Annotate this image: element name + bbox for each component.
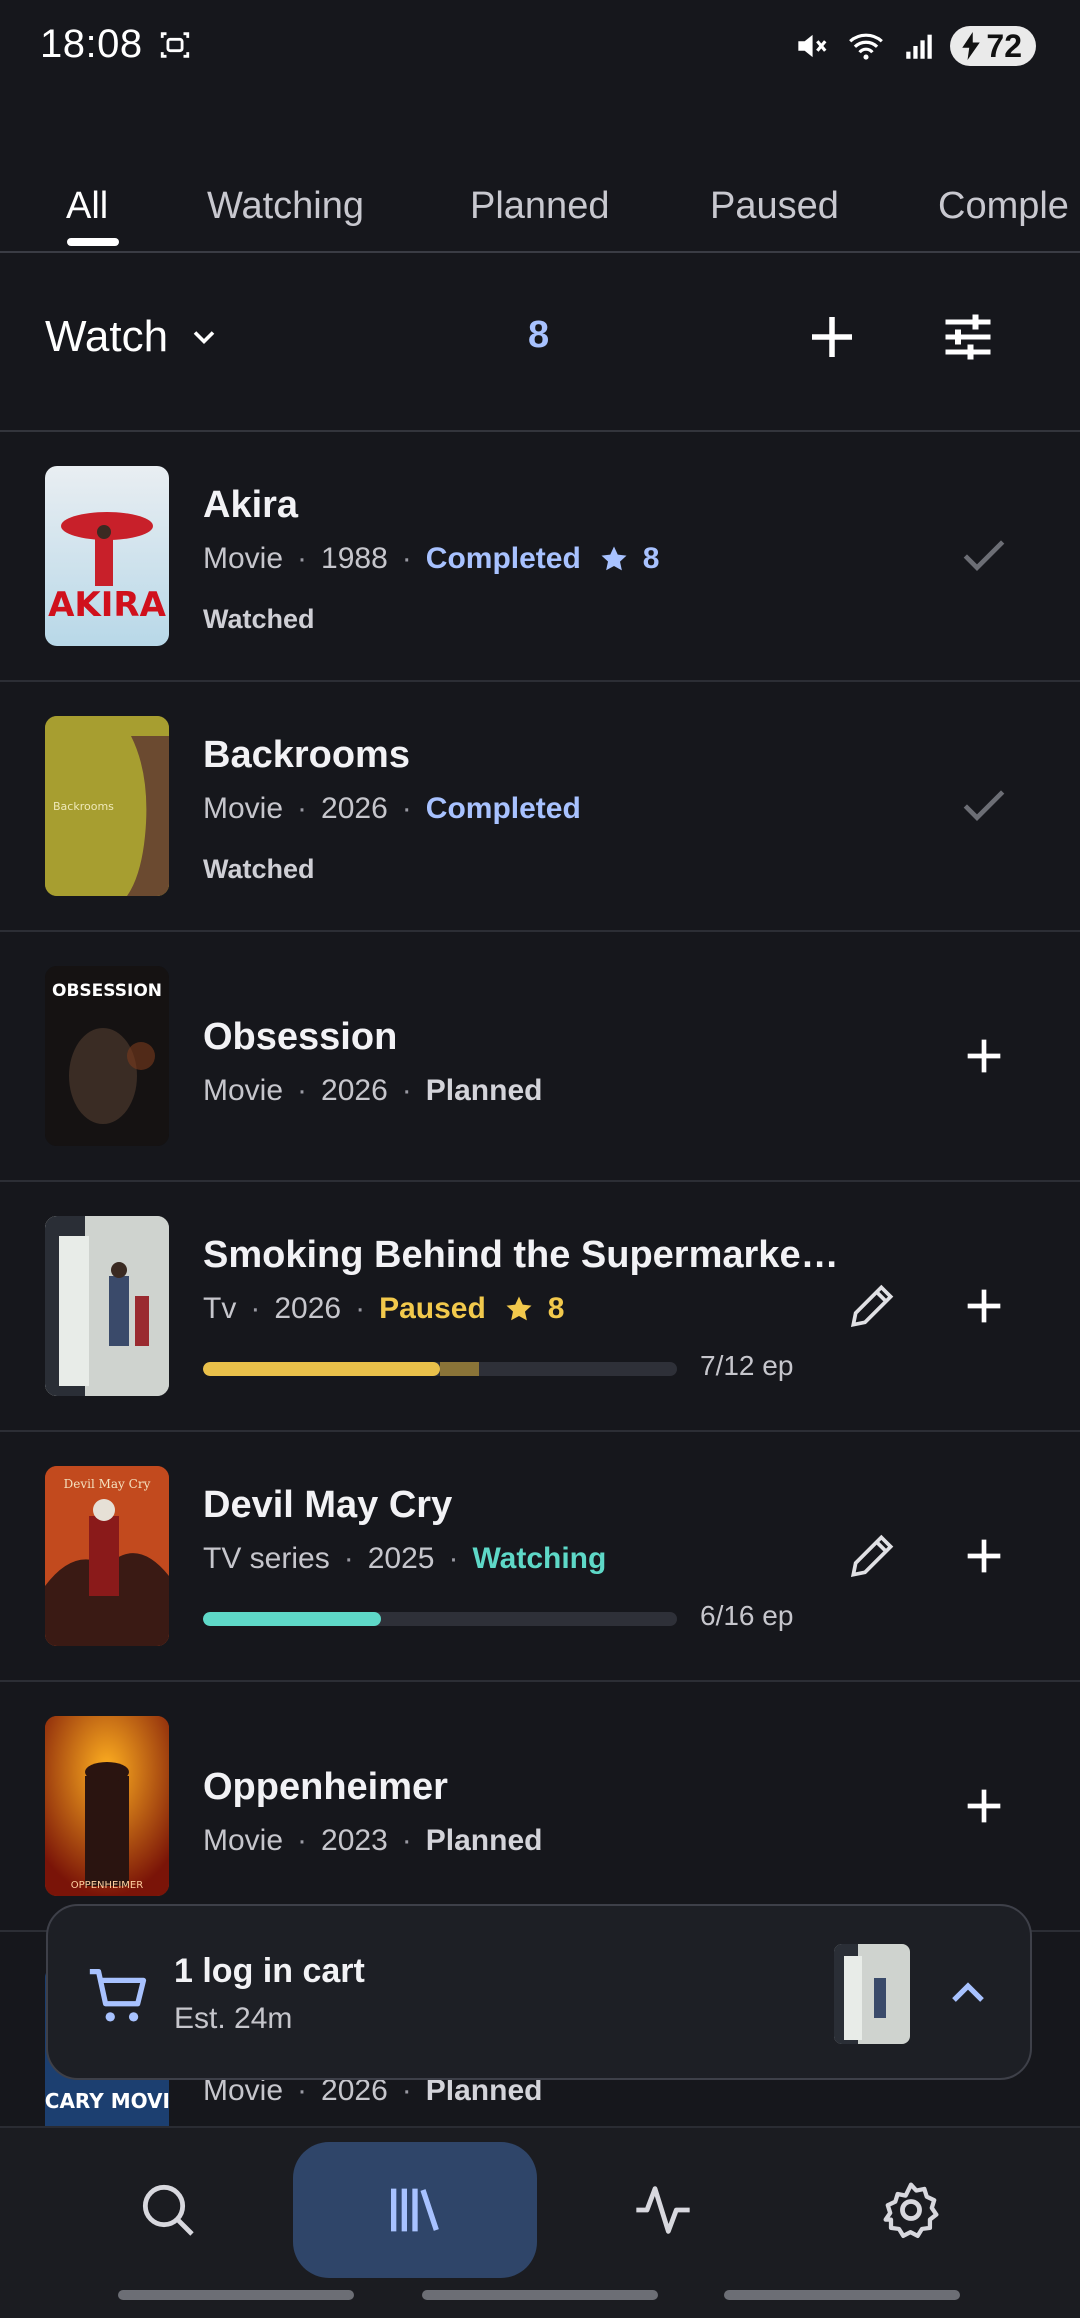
status-label: Completed [425, 792, 581, 825]
gesture-bar-right [724, 2290, 960, 2300]
poster-oppenheimer-title: OPPENHEIMER [71, 1880, 143, 1891]
screenshot-icon [160, 32, 190, 58]
episode-count: 7/12 ep [700, 1350, 794, 1381]
episode-count: 6/16 ep [700, 1600, 794, 1631]
add-log-icon[interactable] [956, 1528, 1012, 1584]
list-item[interactable]: Smoking Behind the Supermarke… Tv · 2026 · … [0, 1182, 1080, 1432]
charging-icon [962, 32, 981, 60]
episode-progress-bar [203, 1612, 677, 1626]
poster-obsession-title: OBSESSION [52, 981, 162, 1001]
list-item[interactable]: Backrooms Backrooms Movie · 2026 · Complete… [0, 682, 1080, 932]
item-substatus: Watched [203, 604, 315, 634]
media-type-dropdown[interactable]: Watch [45, 312, 222, 362]
search-icon [142, 2184, 194, 2236]
item-title: Backrooms [203, 734, 410, 776]
status-label: Watching [472, 1542, 607, 1575]
poster-backrooms-title: Backrooms [53, 800, 114, 813]
edit-pencil-icon[interactable] [844, 1528, 900, 1584]
cart-panel[interactable]: 1 log in cart Est. 24m [46, 1904, 1032, 2080]
poster-dmc-title: Devil May Cry [64, 1477, 151, 1491]
item-meta: Movie · 2023 · Planned [203, 1824, 543, 1857]
chevron-down-icon [193, 331, 215, 345]
tab-all[interactable]: All [66, 185, 108, 228]
item-meta: Movie · 1988 · Completed 8 [203, 542, 660, 576]
list-item[interactable]: AKIRA Akira Movie · 1988 · Completed 8 Watc… [0, 432, 1080, 682]
cart-title: 1 log in cart [174, 1952, 365, 1990]
star-icon [506, 1296, 532, 1321]
poster-obsession: OBSESSION [45, 966, 169, 1146]
tab-paused[interactable]: Paused [710, 185, 839, 228]
mute-icon [798, 34, 827, 58]
add-log-icon[interactable] [956, 1028, 1012, 1084]
item-meta: Tv · 2026 · Paused 8 [203, 1292, 565, 1326]
item-meta: TV series · 2025 · Watching [203, 1542, 607, 1575]
list-item[interactable]: OPPENHEIMER Oppenheimer Movie · 2023 · Plan… [0, 1682, 1080, 1932]
chevron-up-icon[interactable] [944, 1970, 992, 2018]
item-meta: Movie · 2026 · Planned [203, 1074, 543, 1107]
item-title: Smoking Behind the Supermarke… [203, 1234, 839, 1276]
active-tab-indicator [67, 238, 119, 246]
wifi-icon [849, 33, 884, 60]
add-log-icon[interactable] [956, 1278, 1012, 1334]
signal-icon [906, 34, 933, 59]
nav-activity[interactable] [541, 2142, 785, 2278]
gesture-bar-left [118, 2290, 354, 2300]
poster-oppenheimer: OPPENHEIMER [45, 1716, 169, 1896]
status-label: Completed [425, 542, 581, 575]
poster-akira-logo: AKIRA [48, 585, 166, 625]
status-label: Planned [425, 1074, 543, 1107]
item-title: Akira [203, 484, 299, 526]
episode-progress-bar [203, 1362, 677, 1376]
poster-scary-movie-title: SCARY MOVIE [45, 2089, 169, 2113]
status-label: Planned [425, 1824, 543, 1857]
add-icon[interactable] [802, 307, 862, 367]
progress-pending-fill [440, 1362, 480, 1376]
item-title: Oppenheimer [203, 1766, 448, 1808]
poster-smoking-behind-the-supermarket [45, 1216, 169, 1396]
list-item[interactable]: OBSESSION Obsession Movie · 2026 · Planned [0, 932, 1080, 1182]
gesture-bar-center [422, 2290, 658, 2300]
list-toolbar: Watch 8 [0, 252, 1080, 432]
tab-planned[interactable]: Planned [470, 185, 609, 228]
battery-indicator: 72 [950, 26, 1036, 66]
cart-estimate: Est. 24m [174, 2002, 293, 2035]
nav-search[interactable] [46, 2142, 290, 2278]
status-filter-tabs: All Watching Planned Paused Comple [0, 165, 1080, 253]
item-title: Devil May Cry [203, 1484, 453, 1526]
poster-devil-may-cry: Devil May Cry [45, 1466, 169, 1646]
status-label: Paused [379, 1292, 486, 1325]
cart-item-thumbnail [834, 1944, 910, 2044]
item-count: 8 [528, 314, 550, 356]
poster-backrooms: Backrooms [45, 716, 169, 896]
rating: 8 [504, 1292, 564, 1326]
status-bar: 18:08 72 [0, 0, 1080, 100]
completed-check-icon [963, 790, 1005, 821]
activity-icon [636, 2186, 690, 2234]
gear-icon [883, 2182, 939, 2238]
item-substatus: Watched [203, 854, 315, 884]
completed-check-icon [963, 540, 1005, 571]
filter-sliders-icon[interactable] [938, 307, 998, 367]
nav-library[interactable] [293, 2142, 537, 2278]
progress-fill [203, 1612, 381, 1626]
progress-fill [203, 1362, 440, 1376]
item-meta: Movie · 2026 · Completed [203, 792, 581, 825]
tab-watching[interactable]: Watching [207, 185, 364, 228]
rating: 8 [599, 542, 659, 576]
add-log-icon[interactable] [956, 1778, 1012, 1834]
battery-level: 72 [986, 27, 1022, 64]
item-title: Obsession [203, 1016, 398, 1058]
edit-pencil-icon[interactable] [844, 1278, 900, 1334]
nav-settings[interactable] [789, 2142, 1033, 2278]
star-icon [601, 546, 627, 571]
cart-icon [89, 1969, 147, 2022]
media-type-label: Watch [45, 312, 169, 361]
poster-akira: AKIRA [45, 466, 169, 646]
status-icons: 72 [792, 26, 1036, 66]
library-icon [391, 2188, 439, 2232]
status-time: 18:08 [40, 22, 143, 66]
list-item[interactable]: Devil May Cry Devil May Cry TV series · 20… [0, 1432, 1080, 1682]
tab-completed[interactable]: Comple [938, 185, 1069, 228]
